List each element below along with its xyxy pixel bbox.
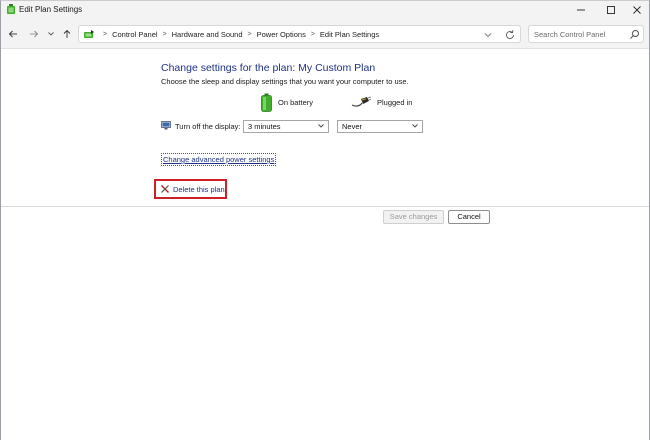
chevron-down-icon <box>412 124 418 128</box>
divider <box>1 206 649 207</box>
power-plug-icon <box>351 96 371 107</box>
display-off-on-battery-value: 3 minutes <box>248 122 281 131</box>
title-bar: Edit Plan Settings <box>1 1 649 19</box>
back-button[interactable] <box>6 27 20 41</box>
power-options-icon <box>7 4 15 14</box>
chevron-down-icon <box>48 32 54 36</box>
breadcrumb-separator: > <box>310 31 315 38</box>
search-box[interactable] <box>528 25 644 43</box>
display-off-plugged-in-select[interactable]: Never <box>337 120 423 133</box>
minimize-button[interactable] <box>567 1 595 19</box>
close-button[interactable] <box>623 1 650 19</box>
display-off-plugged-in-value: Never <box>342 122 363 131</box>
breadcrumb: > Control Panel > Hardware and Sound > P… <box>98 30 379 39</box>
display-off-on-battery-select[interactable]: 3 minutes <box>243 120 329 133</box>
arrow-up-icon <box>63 29 71 38</box>
on-battery-column-header: On battery <box>261 92 313 112</box>
close-icon <box>633 6 641 14</box>
change-advanced-power-settings-link[interactable]: Change advanced power settings <box>161 153 277 166</box>
chevron-down-icon[interactable] <box>483 30 493 40</box>
monitor-icon <box>161 121 171 130</box>
turn-off-display-label: Turn off the display: <box>175 122 241 131</box>
window-title: Edit Plan Settings <box>19 5 83 14</box>
address-bar[interactable]: > Control Panel > Hardware and Sound > P… <box>78 25 521 43</box>
search-input[interactable] <box>534 30 629 39</box>
chevron-down-icon <box>318 124 324 128</box>
breadcrumb-separator: > <box>162 31 167 38</box>
main-content: Change settings for the plan: My Custom … <box>1 50 649 440</box>
forward-button[interactable] <box>27 27 41 41</box>
plugged-in-label: Plugged in <box>377 97 413 107</box>
plugged-in-column-header: Plugged in <box>351 94 412 110</box>
maximize-icon <box>607 6 615 14</box>
arrow-right-icon <box>30 30 39 38</box>
edit-plan-settings-window: Edit Plan Settings > Control Panel > Har… <box>0 0 650 440</box>
delete-x-icon <box>161 185 169 193</box>
page-title: Change settings for the plan: My Custom … <box>161 62 376 74</box>
breadcrumb-edit-plan-settings[interactable]: Edit Plan Settings <box>320 30 379 39</box>
arrow-left-icon <box>8 30 17 38</box>
breadcrumb-control-panel[interactable]: Control Panel <box>112 30 157 39</box>
breadcrumb-power-options[interactable]: Power Options <box>257 30 306 39</box>
search-icon[interactable] <box>629 29 640 40</box>
power-options-icon <box>84 30 94 38</box>
save-changes-button[interactable]: Save changes <box>383 210 444 224</box>
refresh-icon[interactable] <box>504 29 516 41</box>
maximize-button[interactable] <box>597 1 625 19</box>
battery-icon <box>261 93 272 112</box>
breadcrumb-hardware-and-sound[interactable]: Hardware and Sound <box>172 30 243 39</box>
breadcrumb-separator: > <box>103 31 108 38</box>
up-button[interactable] <box>60 27 74 41</box>
on-battery-label: On battery <box>278 97 314 107</box>
delete-this-plan-label: Delete this plan <box>173 184 225 194</box>
page-subtitle: Choose the sleep and display settings th… <box>161 77 409 86</box>
cancel-button[interactable]: Cancel <box>448 210 490 224</box>
recent-locations-button[interactable] <box>44 27 58 41</box>
navigation-bar: > Control Panel > Hardware and Sound > P… <box>1 19 649 49</box>
delete-this-plan-link[interactable]: Delete this plan <box>160 184 225 194</box>
breadcrumb-separator: > <box>247 31 252 38</box>
minimize-icon <box>577 9 585 11</box>
